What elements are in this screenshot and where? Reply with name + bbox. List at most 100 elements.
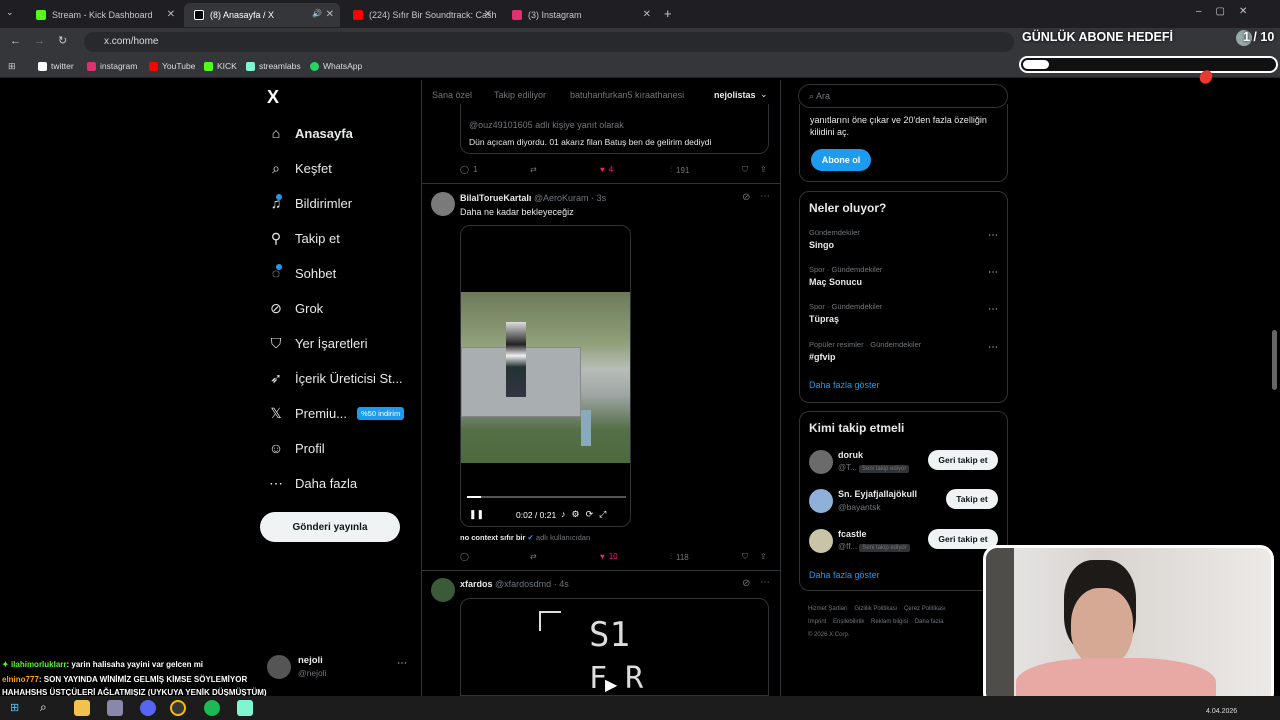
bookmark-icon[interactable]: ⛉ bbox=[742, 552, 748, 562]
like-button[interactable]: ♥ 10 bbox=[600, 552, 618, 561]
sidebar-item-premium[interactable]: 𝕏 Premiu... %50 indirim bbox=[268, 400, 405, 426]
footer-link[interactable]: Çerez Politikası bbox=[904, 606, 946, 612]
footer-link[interactable]: Gizlilik Politikası bbox=[854, 606, 897, 612]
share-icon[interactable]: ⇪ bbox=[760, 552, 767, 561]
avatar[interactable] bbox=[809, 450, 833, 474]
follow-back-button[interactable]: Geri takip et bbox=[928, 450, 998, 470]
views-button[interactable]: ⫶ 118 bbox=[670, 552, 689, 562]
tab-x[interactable]: (8) Anasayfa / X 🔊 ✕ bbox=[184, 3, 340, 27]
share-icon[interactable]: ⇪ bbox=[760, 165, 767, 174]
trend-item[interactable]: Spor · Gündemdekiler Maç Sonucu ⋯ bbox=[800, 263, 1009, 295]
windows-start-icon[interactable]: ⊞ bbox=[10, 701, 19, 714]
footer-link[interactable]: Daha fazla bbox=[915, 619, 944, 625]
author-name[interactable]: xfardos bbox=[460, 579, 493, 589]
bookmark-youtube[interactable]: YouTube bbox=[149, 61, 195, 71]
discord-icon[interactable] bbox=[140, 700, 156, 716]
sidebar-item-bookmarks[interactable]: ⛉ Yer İşaretleri bbox=[268, 330, 368, 356]
scrollbar-thumb[interactable] bbox=[1272, 330, 1277, 390]
more-icon[interactable]: ⋯ bbox=[988, 304, 998, 315]
avatar[interactable] bbox=[809, 489, 833, 513]
video-source[interactable]: no context sıfır bir ✔ adlı kullanıcıdan bbox=[460, 533, 590, 542]
tab-for-you[interactable]: Sana özel bbox=[432, 90, 472, 100]
bookmark-streamlabs[interactable]: streamlabs bbox=[246, 61, 301, 71]
like-button[interactable]: ♥ 4 bbox=[600, 165, 613, 174]
trend-item[interactable]: Popüler resimler · Gündemdekiler #gfvip ⋯ bbox=[800, 338, 1009, 370]
repost-button[interactable]: ⇄ bbox=[530, 552, 537, 561]
footer-link[interactable]: Hizmet Şartları bbox=[808, 606, 848, 612]
app-icon[interactable] bbox=[107, 700, 123, 716]
reply-button[interactable]: ◯ bbox=[460, 552, 469, 561]
reload-icon[interactable]: ↻ bbox=[58, 34, 67, 47]
subscribe-button[interactable]: Abone ol bbox=[811, 149, 871, 171]
sidebar-item-grok[interactable]: ⊘ Grok bbox=[268, 295, 323, 321]
sidebar-item-creator[interactable]: ➶ İçerik Üreticisi St... bbox=[268, 365, 403, 391]
reply-button[interactable]: ◯ 1 bbox=[460, 165, 477, 174]
trend-item[interactable]: Gündemdekiler Singo ⋯ bbox=[800, 226, 1009, 258]
close-icon[interactable]: ✕ bbox=[167, 9, 175, 20]
show-more-link[interactable]: Daha fazla göster bbox=[809, 380, 880, 390]
chrome-icon[interactable] bbox=[170, 700, 186, 716]
close-icon[interactable]: ✕ bbox=[643, 9, 651, 20]
bookmark-whatsapp[interactable]: WhatsApp bbox=[310, 61, 362, 71]
tweet-time[interactable]: 3s bbox=[597, 193, 607, 203]
avatar[interactable] bbox=[809, 529, 833, 553]
avatar[interactable] bbox=[431, 192, 455, 216]
speaker-icon[interactable]: 🔊 bbox=[312, 9, 322, 18]
sidebar-item-home[interactable]: ⌂ Anasayfa bbox=[268, 120, 353, 146]
footer-link[interactable]: Imprint bbox=[808, 619, 826, 625]
search-icon[interactable]: ⌕ bbox=[40, 700, 47, 715]
more-icon[interactable]: ⋯ bbox=[988, 230, 998, 241]
streamlabs-icon[interactable] bbox=[237, 700, 253, 716]
tab-kick[interactable]: Stream - Kick Dashboard ✕ bbox=[26, 3, 181, 27]
bookmark-icon[interactable]: ⛉ bbox=[742, 165, 748, 175]
quoted-tweet[interactable]: @ouz49101605 adlı kişiye yanıt olarak Dü… bbox=[460, 104, 769, 154]
footer-link[interactable]: Reklam bilgisi bbox=[871, 619, 908, 625]
author-handle[interactable]: @AeroKuram bbox=[534, 193, 589, 203]
play-icon[interactable]: ▶ bbox=[605, 675, 617, 695]
tab-list-icon[interactable]: ⌄ bbox=[6, 7, 14, 18]
more-icon[interactable]: ⋯ bbox=[988, 267, 998, 278]
views-button[interactable]: ⫶ 191 bbox=[670, 165, 689, 175]
more-icon[interactable]: ⋯ bbox=[760, 191, 770, 202]
author-handle[interactable]: @xfardosdmd bbox=[495, 579, 551, 589]
bookmark-twitter[interactable]: twitter bbox=[38, 61, 74, 71]
sidebar-item-follow[interactable]: ⚲ Takip et bbox=[268, 225, 340, 251]
more-icon[interactable]: ⋯ bbox=[397, 658, 407, 669]
follow-button[interactable]: Takip et bbox=[946, 489, 998, 509]
bookmark-instagram[interactable]: instagram bbox=[87, 61, 137, 71]
video-player[interactable]: S1 F R ▶ bbox=[460, 598, 769, 696]
new-tab-button[interactable]: + bbox=[664, 6, 672, 21]
file-explorer-icon[interactable] bbox=[74, 700, 90, 716]
tab-following[interactable]: Takip ediliyor bbox=[494, 90, 546, 100]
account-name[interactable]: nejoli bbox=[298, 655, 323, 666]
grok-icon[interactable]: ⊘ bbox=[742, 192, 750, 203]
chevron-down-icon[interactable]: ⌄ bbox=[760, 89, 768, 100]
video-controls-icons[interactable]: ♪⚙⟳⤢ bbox=[561, 509, 612, 520]
suggestion-name[interactable]: Sn. Eyjafjallajökull bbox=[838, 489, 917, 499]
spotify-icon[interactable] bbox=[204, 700, 220, 716]
close-icon[interactable]: ✕ bbox=[326, 9, 334, 20]
video-progress[interactable] bbox=[467, 496, 626, 498]
tab-list-kiraathane[interactable]: batuhanfurkan5 kıraathanesi bbox=[570, 90, 684, 100]
post-button[interactable]: Gönderi yayınla bbox=[260, 512, 400, 542]
window-controls[interactable]: –▢✕ bbox=[1196, 6, 1261, 17]
more-icon[interactable]: ⋯ bbox=[988, 342, 998, 353]
trend-item[interactable]: Spor · Gündemdekiler Tüpraş ⋯ bbox=[800, 300, 1009, 332]
reply-context[interactable]: @ouz49101605 adlı kişiye yanıt olarak bbox=[469, 120, 624, 130]
forward-icon[interactable]: → bbox=[34, 35, 45, 47]
pause-icon[interactable]: ❚❚ bbox=[469, 509, 484, 520]
author-name[interactable]: BilalTorueKartalı bbox=[460, 193, 531, 203]
sidebar-item-profile[interactable]: ☺ Profil bbox=[268, 435, 325, 461]
suggestion-name[interactable]: fcastle bbox=[838, 529, 867, 539]
repost-button[interactable]: ⇄ bbox=[530, 165, 537, 174]
sidebar-item-more[interactable]: ⋯ Daha fazla bbox=[268, 470, 357, 496]
tweet-time[interactable]: 4s bbox=[559, 579, 569, 589]
x-logo-icon[interactable]: X bbox=[267, 87, 279, 108]
avatar[interactable] bbox=[431, 578, 455, 602]
tab-instagram[interactable]: (3) Instagram ✕ bbox=[502, 3, 657, 27]
close-icon[interactable]: ✕ bbox=[484, 9, 492, 20]
more-icon[interactable]: ⋯ bbox=[760, 577, 770, 588]
follow-back-button[interactable]: Geri takip et bbox=[928, 529, 998, 549]
bookmark-kick[interactable]: KICK bbox=[204, 61, 237, 71]
suggestion-name[interactable]: doruk bbox=[838, 450, 863, 460]
